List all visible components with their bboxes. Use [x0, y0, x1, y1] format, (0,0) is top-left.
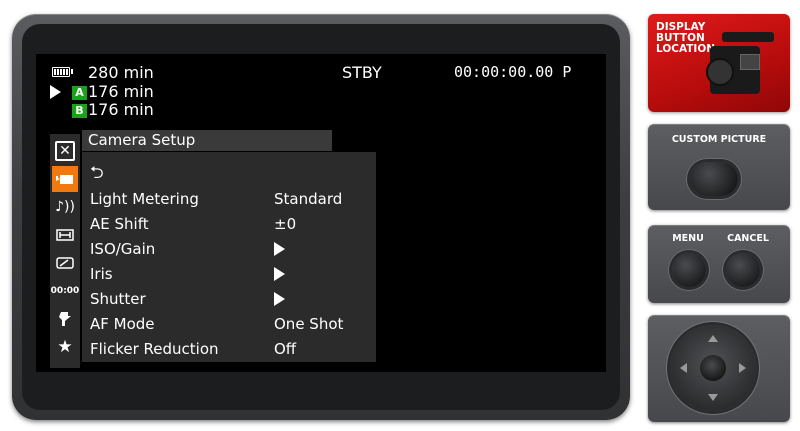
- audio-icon: ♪)): [55, 199, 75, 215]
- battery-time: 280 min: [88, 63, 154, 82]
- submenu-arrow-icon: [274, 237, 285, 261]
- menu-label: MENU: [672, 233, 704, 244]
- lcd-screen: 280 min A 176 min B 176 min STBY 00:00:0…: [36, 54, 606, 372]
- custom-picture-label: CUSTOM PICTURE: [671, 134, 767, 145]
- timecode-icon: 00:00: [50, 286, 80, 296]
- slot-b-badge: B: [72, 104, 87, 118]
- menu-item-label: AE Shift: [90, 215, 149, 233]
- cancel-label: CANCEL: [727, 233, 769, 244]
- arrow-down-icon: [708, 394, 718, 401]
- custom-picture-panel: CUSTOM PICTURE: [648, 124, 790, 210]
- slot-a-time: 176 min: [88, 82, 154, 101]
- camera-screen-shape: [740, 54, 760, 70]
- tab-timecode[interactable]: 00:00: [50, 278, 80, 304]
- slot-a-badge: A: [72, 86, 87, 100]
- menu-title: Camera Setup: [82, 130, 332, 151]
- camera-lens-shape: [706, 58, 734, 86]
- menu-item-value: ±0: [274, 215, 297, 233]
- tab-favorites[interactable]: ★: [52, 334, 78, 360]
- battery-icon: [52, 67, 73, 77]
- tab-recording-media[interactable]: [52, 250, 78, 276]
- menu-item-value: Off: [274, 340, 297, 358]
- back-icon[interactable]: ⮌: [90, 160, 104, 189]
- menu-item-label: AF Mode: [90, 315, 155, 333]
- custom-picture-button[interactable]: [690, 162, 738, 196]
- menu-tabs: ✕ ♪)) 00:00 ★: [50, 134, 80, 368]
- arrow-right-icon: [739, 363, 746, 373]
- menu-item-iso-gain[interactable]: ISO/Gain: [90, 237, 370, 261]
- play-icon: [50, 85, 61, 99]
- menu-item-label: Shutter: [90, 290, 146, 308]
- arrow-left-icon: [680, 363, 687, 373]
- joystick-panel: [648, 315, 790, 422]
- submenu-arrow-icon: [274, 287, 285, 311]
- display-button-location-button[interactable]: DISPLAY BUTTON LOCATION: [648, 14, 790, 112]
- recording-status: STBY: [342, 63, 382, 82]
- menu-panel: ⮌ Light Metering Standard AE Shift ±0 IS…: [82, 152, 376, 362]
- submenu-arrow-icon: [274, 262, 285, 286]
- joystick[interactable]: [670, 325, 756, 411]
- menu-item-af-mode[interactable]: AF Mode One Shot: [90, 312, 370, 336]
- menu-button[interactable]: [672, 253, 706, 287]
- video-icon: [56, 229, 74, 241]
- tab-video[interactable]: [52, 222, 78, 248]
- menu-item-value: One Shot: [274, 315, 344, 333]
- menu-item-ae-shift[interactable]: AE Shift ±0: [90, 212, 370, 236]
- system-icon: [59, 312, 71, 326]
- star-icon: ★: [57, 337, 73, 357]
- menu-item-label: ISO/Gain: [90, 240, 156, 258]
- card-icon: [56, 257, 74, 269]
- menu-item-flicker-reduction[interactable]: Flicker Reduction Off: [90, 337, 370, 361]
- menu-item-label: Flicker Reduction: [90, 340, 219, 358]
- tab-camera-setup[interactable]: [52, 166, 78, 192]
- arrow-up-icon: [708, 335, 718, 342]
- cancel-button[interactable]: [726, 253, 760, 287]
- tab-system[interactable]: [52, 306, 78, 332]
- tab-close[interactable]: ✕: [52, 138, 78, 164]
- menu-item-label: Light Metering: [90, 190, 199, 208]
- menu-item-iris[interactable]: Iris: [90, 262, 370, 286]
- menu-item-shutter[interactable]: Shutter: [90, 287, 370, 311]
- slot-b-time: 176 min: [88, 100, 154, 119]
- menu-item-value: Standard: [274, 190, 343, 208]
- menu-cancel-panel: MENU CANCEL: [648, 225, 790, 303]
- timecode: 00:00:00.00 P: [454, 63, 572, 81]
- menu-item-label: Iris: [90, 265, 113, 283]
- camera-icon: [56, 175, 73, 184]
- tab-audio[interactable]: ♪)): [52, 194, 78, 220]
- close-icon: ✕: [55, 141, 75, 161]
- joystick-center-button[interactable]: [700, 355, 726, 381]
- menu-item-light-metering[interactable]: Light Metering Standard: [90, 187, 370, 211]
- camera-handle-shape: [722, 32, 774, 42]
